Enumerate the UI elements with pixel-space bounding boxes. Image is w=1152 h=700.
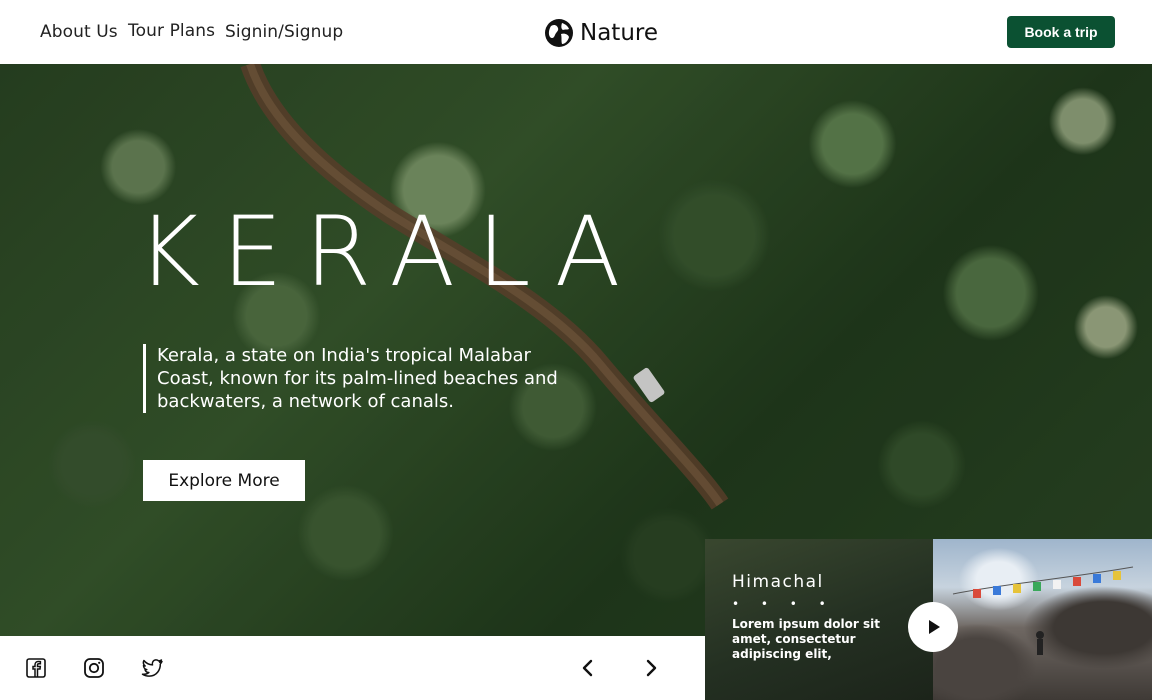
chevron-right-icon[interactable] xyxy=(639,656,663,680)
nav-link-signin-signup[interactable]: Signin/Signup xyxy=(225,22,343,42)
nav-link-tour-plans[interactable]: Tour Plans xyxy=(128,21,215,41)
book-a-trip-button[interactable]: Book a trip xyxy=(1007,16,1115,48)
explore-more-button[interactable]: Explore More xyxy=(143,460,305,501)
brand-name: Nature xyxy=(580,20,658,46)
himachal-mountain-image xyxy=(933,539,1152,700)
brand-logo[interactable]: Nature xyxy=(544,18,658,48)
facebook-icon[interactable] xyxy=(24,656,48,680)
chevron-left-icon[interactable] xyxy=(576,656,600,680)
destination-card-himachal[interactable]: Himachal • • • • Lorem ipsum dolor sit a… xyxy=(705,539,1152,700)
hero-title: KERALA xyxy=(137,196,643,308)
play-icon xyxy=(929,620,940,634)
card-description: Lorem ipsum dolor sit amet, consectetur … xyxy=(732,617,880,661)
nav-link-about-us[interactable]: About Us xyxy=(40,22,118,42)
card-title: Himachal xyxy=(732,572,824,592)
instagram-icon[interactable] xyxy=(82,656,106,680)
hero-description: Kerala, a state on India's tropical Mala… xyxy=(143,344,577,413)
card-dots: • • • • xyxy=(732,597,835,611)
card-info-panel: Himachal • • • • Lorem ipsum dolor sit a… xyxy=(705,539,933,700)
prayer-flags-image xyxy=(952,566,1134,655)
twitter-icon[interactable] xyxy=(140,656,164,680)
top-navigation-bar: About Us Tour Plans Signin/Signup Nature… xyxy=(0,0,1152,64)
globe-icon xyxy=(545,19,573,47)
play-video-button[interactable] xyxy=(908,602,958,652)
